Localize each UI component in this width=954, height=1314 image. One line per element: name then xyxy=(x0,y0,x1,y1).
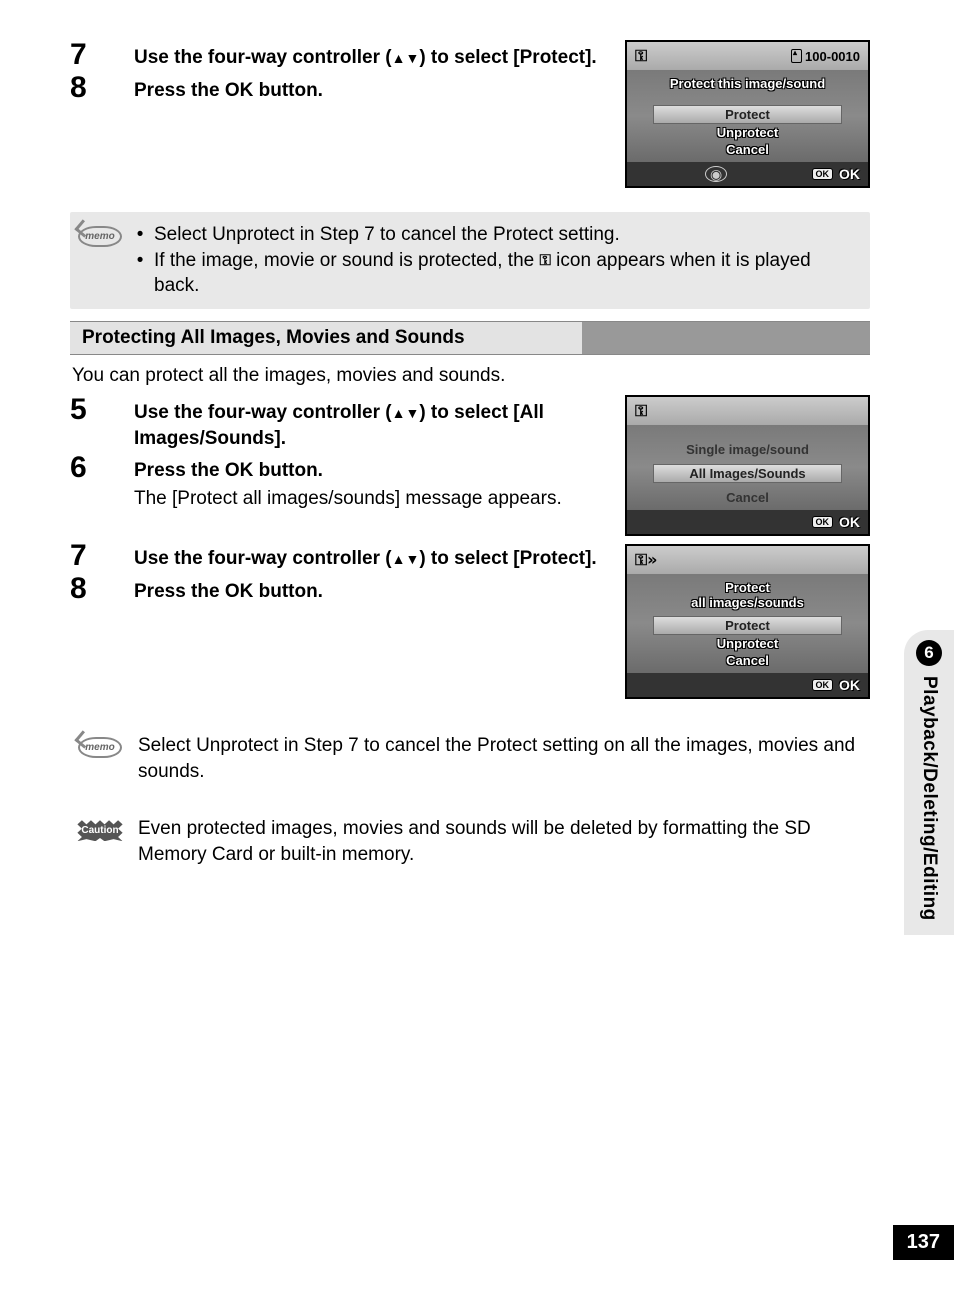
card-icon xyxy=(791,49,802,63)
memo-note: memo Select Unprotect in Step 7 to cance… xyxy=(70,212,870,309)
screen-title: Protect xyxy=(635,580,860,595)
section-intro: You can protect all the images, movies a… xyxy=(70,365,870,387)
menu-option: All Images/Sounds xyxy=(653,464,842,483)
chapter-label: Playback/Deleting/Editing xyxy=(918,676,940,921)
step-text: Press the OK button. xyxy=(134,78,605,104)
key-icon: ⚿ xyxy=(635,401,647,421)
step-7: 7 Use the four-way controller (▲▼) to se… xyxy=(70,40,605,71)
camera-screen-1: ⚿ 100-0010 Protect this image/sound Prot… xyxy=(625,40,870,188)
key-icon: ⚿ xyxy=(539,252,550,269)
menu-option: Cancel xyxy=(635,489,860,506)
step-number: 8 xyxy=(70,73,110,103)
menu-option: Protect xyxy=(653,616,842,635)
chapter-number: 6 xyxy=(916,640,942,666)
camera-screen-3: ⚿» Protect all images/sounds Protect Unp… xyxy=(625,544,870,699)
menu-option: Cancel xyxy=(635,652,860,669)
ok-label: OK xyxy=(839,677,860,693)
menu-option: Single image/sound xyxy=(635,441,860,458)
screen-title: Protect this image/sound xyxy=(635,76,860,91)
ok-badge: OK xyxy=(812,168,834,180)
menu-option: Protect xyxy=(653,105,842,124)
protect-all-icon: ⚿» xyxy=(635,550,658,570)
step-text: Use the four-way controller (▲▼) to sele… xyxy=(134,546,605,572)
ok-badge: OK xyxy=(812,679,834,691)
ok-badge: OK xyxy=(812,516,834,528)
memo-note: memo Select Unprotect in Step 7 to cance… xyxy=(70,723,870,794)
memo-item: Select Unprotect in Step 7 to cancel the… xyxy=(154,222,856,248)
memo-item: If the image, movie or sound is protecte… xyxy=(154,248,856,299)
sidebar: 6 Playback/Deleting/Editing 137 xyxy=(882,0,954,1260)
step-subtext: The [Protect all images/sounds] message … xyxy=(134,486,605,512)
step-number: 5 xyxy=(70,395,110,425)
camera-screen-2: ⚿ Single image/sound All Images/Sounds C… xyxy=(625,395,870,536)
memo-icon: memo xyxy=(78,737,121,758)
step-5: 5 Use the four-way controller (▲▼) to se… xyxy=(70,395,605,451)
chapter-tab: 6 Playback/Deleting/Editing xyxy=(904,630,954,935)
ok-label: OK xyxy=(839,514,860,530)
step-number: 8 xyxy=(70,574,110,604)
step-text: Press the OK button. xyxy=(134,458,605,484)
caution-text: Even protected images, movies and sounds… xyxy=(138,816,856,867)
step-number: 7 xyxy=(70,541,110,571)
menu-option: Cancel xyxy=(635,141,860,158)
caution-note: Caution Even protected images, movies an… xyxy=(70,806,870,877)
memo-text: Select Unprotect in Step 7 to cancel the… xyxy=(138,733,856,784)
menu-option: Unprotect xyxy=(635,124,860,141)
step-6: 6 Press the OK button. The [Protect all … xyxy=(70,453,605,511)
step-text: Use the four-way controller (▲▼) to sele… xyxy=(134,400,605,451)
step-text: Use the four-way controller (▲▼) to sele… xyxy=(134,45,605,71)
step-number: 7 xyxy=(70,40,110,70)
folder-number: 100-0010 xyxy=(791,49,860,64)
step-8b: 8 Press the OK button. xyxy=(70,574,605,605)
section-heading: Protecting All Images, Movies and Sounds xyxy=(70,321,870,355)
memo-icon: memo xyxy=(78,226,121,247)
screen-title: all images/sounds xyxy=(635,595,860,610)
step-text: Press the OK button. xyxy=(134,579,605,605)
page-number: 137 xyxy=(893,1225,954,1260)
eye-icon: ◉ xyxy=(705,166,727,182)
caution-icon: Caution xyxy=(77,820,122,841)
step-7b: 7 Use the four-way controller (▲▼) to se… xyxy=(70,541,605,572)
step-number: 6 xyxy=(70,453,110,483)
key-icon: ⚿ xyxy=(635,46,647,66)
step-8: 8 Press the OK button. xyxy=(70,73,605,104)
menu-option: Unprotect xyxy=(635,635,860,652)
ok-label: OK xyxy=(839,166,860,182)
